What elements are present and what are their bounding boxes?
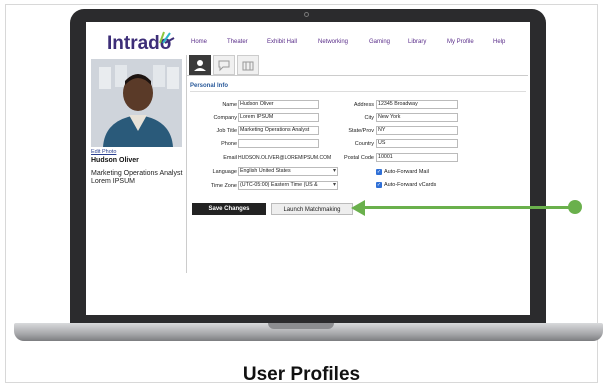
callout-arrow-head-icon (351, 200, 365, 216)
profile-panel: Personal Info Name Hudson Oliver Company… (186, 55, 528, 273)
building-icon (242, 61, 254, 71)
email-label: Email (223, 155, 237, 161)
job-title-field[interactable]: Marketing Operations Analyst (238, 126, 319, 135)
callout-arrow-line (361, 206, 574, 209)
nav-library[interactable]: Library (408, 39, 426, 45)
state-label: State/Prov (348, 128, 374, 134)
nav-my-profile[interactable]: My Profile (447, 39, 474, 45)
user-job-title: Marketing Operations Analyst (91, 170, 183, 177)
nav-networking[interactable]: Networking (318, 39, 348, 45)
language-label: Language (212, 169, 237, 175)
country-label: Country (354, 141, 374, 147)
phone-field[interactable] (238, 139, 319, 148)
city-label: City (364, 115, 374, 121)
logo-burst-icon (159, 31, 175, 44)
laptop-screen: Intrado Home Theater Exhibit Hall Networ… (86, 22, 530, 315)
auto-forward-mail-checkbox[interactable]: ✓ (376, 169, 382, 175)
camera-icon (304, 12, 309, 17)
name-field[interactable]: Hudson Oliver (238, 100, 319, 109)
auto-forward-vcards-checkbox[interactable]: ✓ (376, 182, 382, 188)
save-changes-button[interactable]: Save Changes (192, 203, 266, 215)
section-divider (190, 91, 526, 92)
job-title-label: Job Title (216, 128, 237, 134)
company-field[interactable]: Lorem IPSUM (238, 113, 319, 122)
nav-help[interactable]: Help (493, 39, 505, 45)
address-field[interactable]: 12345 Broadway (376, 100, 458, 109)
chat-icon (218, 60, 230, 72)
callout-arrow-dot (568, 200, 582, 214)
launch-matchmaking-button[interactable]: Launch Matchmaking (271, 203, 353, 215)
time-zone-label: Time Zone (210, 183, 237, 189)
email-value: HUDSON.OLIVER@LOREMIPSUM.COM (238, 155, 332, 161)
postal-code-label: Postal Code (344, 155, 374, 161)
nav-theater[interactable]: Theater (227, 39, 248, 45)
country-field[interactable]: US (376, 139, 458, 148)
edit-photo-link[interactable]: Edit Photo (91, 149, 116, 155)
address-label: Address (353, 102, 374, 108)
postal-code-field[interactable]: 10001 (376, 153, 458, 162)
profile-photo (91, 59, 182, 147)
language-select[interactable]: English United States (238, 167, 338, 176)
laptop-notch (268, 323, 334, 329)
profile-photo-image (91, 59, 182, 147)
name-label: Name (222, 102, 237, 108)
nav-home[interactable]: Home (191, 39, 207, 45)
nav-gaming[interactable]: Gaming (369, 39, 390, 45)
user-name: Hudson Oliver (91, 157, 139, 164)
figure-caption: User Profiles (242, 364, 361, 385)
company-label: Company (213, 115, 237, 121)
tab-personal-info[interactable] (189, 55, 211, 75)
state-field[interactable]: NY (376, 126, 458, 135)
nav-exhibit-hall[interactable]: Exhibit Hall (267, 39, 297, 45)
user-icon (194, 60, 206, 71)
tab-chat[interactable] (213, 55, 235, 75)
section-title: Personal Info (190, 83, 229, 89)
city-field[interactable]: New York (376, 113, 458, 122)
tab-organization[interactable] (237, 55, 259, 75)
auto-forward-mail-label: Auto-Forward Mail (384, 169, 429, 175)
time-zone-select[interactable]: (UTC-05:00) Eastern Time (US & (238, 181, 338, 190)
auto-forward-vcards-label: Auto-Forward vCards (384, 182, 437, 188)
user-company: Lorem IPSUM (91, 178, 135, 185)
phone-label: Phone (221, 141, 237, 147)
tab-divider (187, 75, 528, 76)
